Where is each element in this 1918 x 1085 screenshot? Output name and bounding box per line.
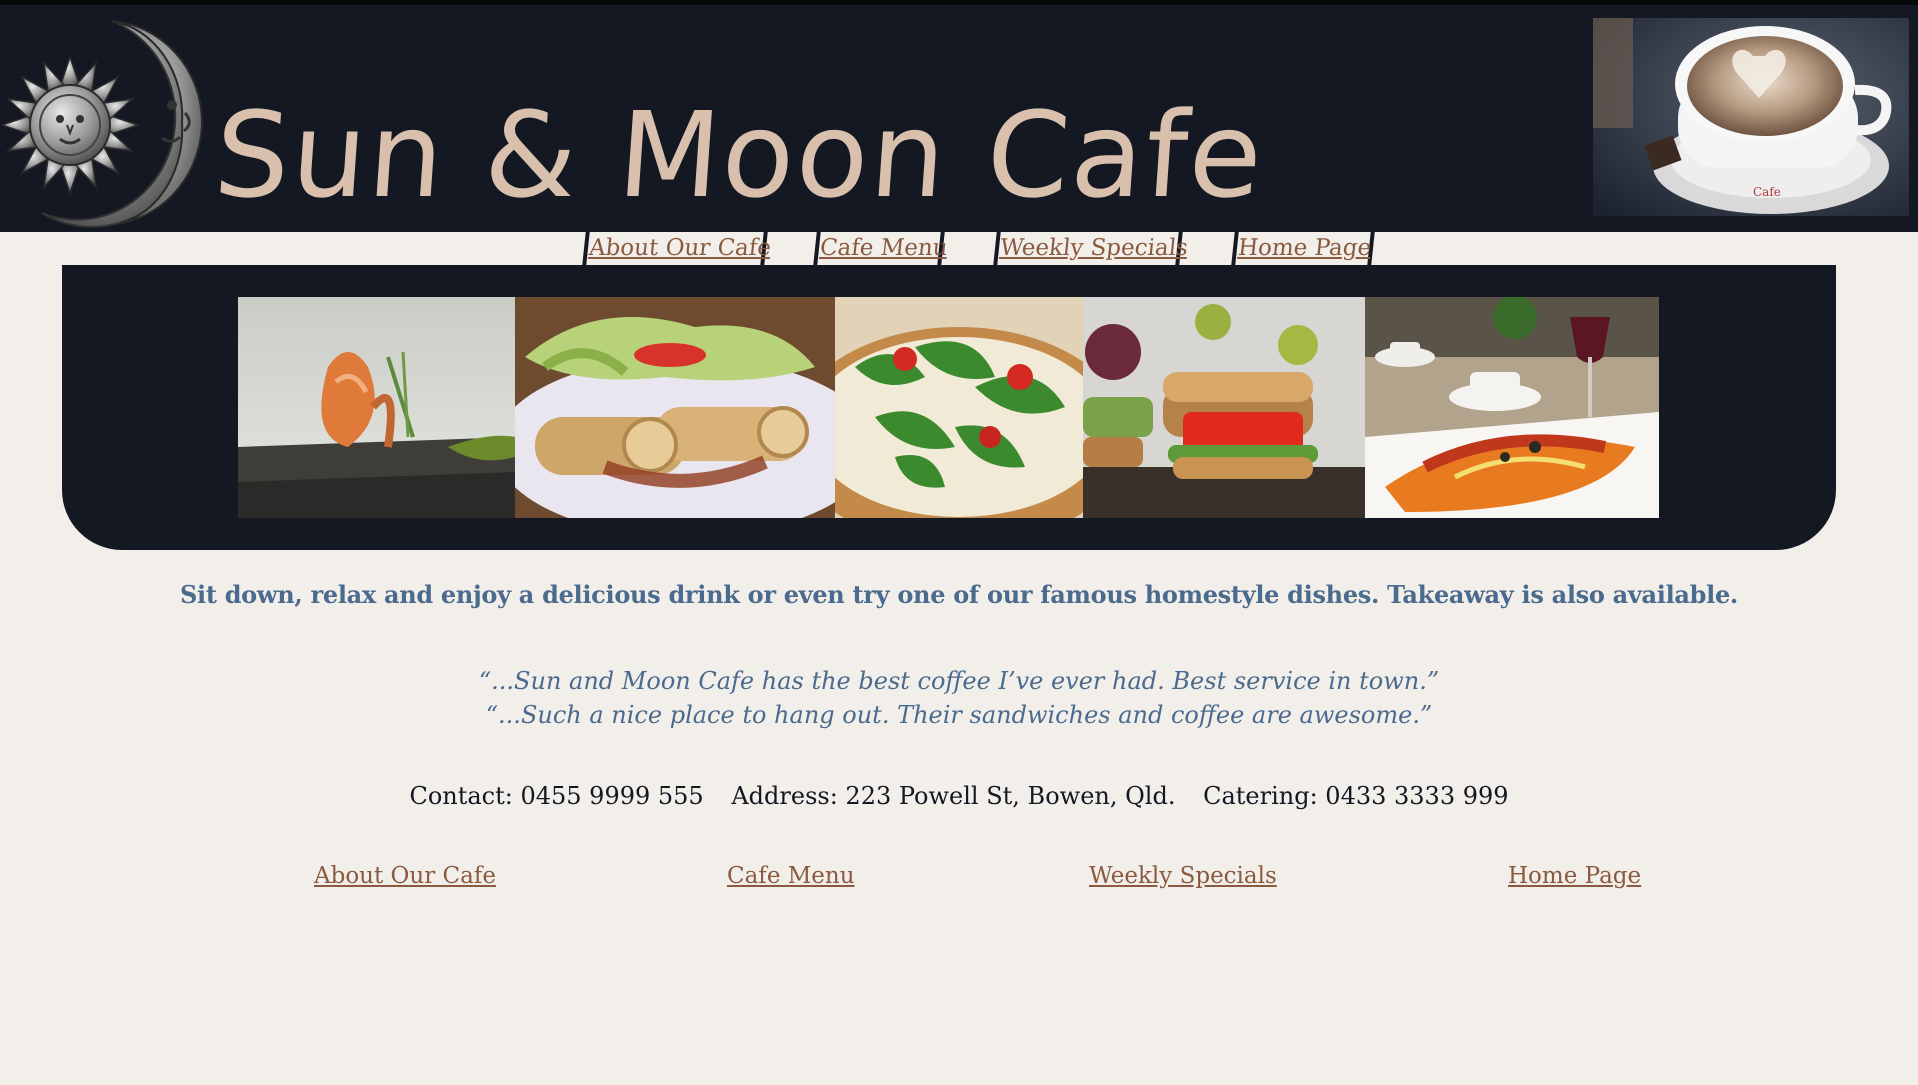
open-sandwich-photo xyxy=(1083,297,1365,518)
footer-menu-link[interactable]: Cafe Menu xyxy=(727,863,855,889)
testimonial-quote: “...Such a nice place to hang out. Their… xyxy=(485,701,1433,729)
rocket-pizza-photo xyxy=(835,297,1083,518)
catering-phone: Catering: 0433 3333 999 xyxy=(1203,782,1509,810)
tagline: Sit down, relax and enjoy a delicious dr… xyxy=(180,580,1738,609)
testimonials: “...Sun and Moon Cafe has the best coffe… xyxy=(0,664,1918,732)
contact-address: Address: 223 Powell St, Bowen, Qld. xyxy=(731,782,1176,810)
nav-specials-link[interactable]: Weekly Specials xyxy=(993,232,1189,265)
top-nav: About Our Cafe Cafe Menu Weekly Specials… xyxy=(0,232,1918,265)
page: Sun & Moon Cafe Cafe About Our Cafe Cafe… xyxy=(0,0,1918,1085)
sun-moon-logo-icon xyxy=(0,13,212,229)
nav-about-link[interactable]: About Our Cafe xyxy=(582,232,772,265)
wraps-salad-photo xyxy=(515,297,835,518)
prawn-dish-photo xyxy=(238,297,515,518)
nav-home-link[interactable]: Home Page xyxy=(1231,232,1375,265)
footer-about-link[interactable]: About Our Cafe xyxy=(314,863,496,889)
footer-home-link[interactable]: Home Page xyxy=(1508,863,1641,889)
contact-phone: Contact: 0455 9999 555 xyxy=(409,782,704,810)
latte-cup-photo: Cafe xyxy=(1593,18,1909,216)
contact-info: Contact: 0455 9999 555 Address: 223 Powe… xyxy=(0,782,1918,810)
footer-nav: About Our Cafe Cafe Menu Weekly Specials… xyxy=(0,863,1918,897)
svg-text:Cafe: Cafe xyxy=(1753,185,1781,199)
site-title: Sun & Moon Cafe xyxy=(210,86,1269,224)
cafe-table-dish-photo xyxy=(1365,297,1659,518)
testimonial-quote: “...Sun and Moon Cafe has the best coffe… xyxy=(478,667,1440,695)
food-photo-strip xyxy=(238,297,1659,518)
site-header: Sun & Moon Cafe Cafe xyxy=(0,0,1918,232)
footer-specials-link[interactable]: Weekly Specials xyxy=(1089,863,1277,889)
nav-menu-link[interactable]: Cafe Menu xyxy=(813,232,949,265)
